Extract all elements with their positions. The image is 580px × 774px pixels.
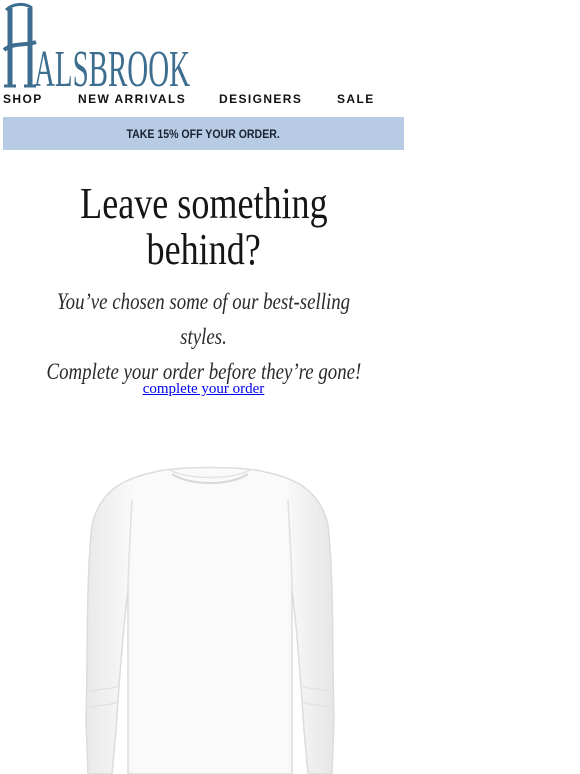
promo-banner[interactable]: TAKE 15% OFF YOUR ORDER. [3,117,404,150]
hero-headline: Leave something behind? [3,181,404,273]
complete-order-link[interactable]: complete your order [3,381,404,398]
logo-wordmark: ALSBROOK [34,41,190,90]
product-image[interactable] [60,430,360,774]
hero-subtext: You’ve chosen some of our best-selling s… [3,284,404,389]
promo-text: TAKE 15% OFF YOUR ORDER. [126,126,281,141]
headline-line-2: behind? [146,225,261,274]
white-long-sleeve-top-image [85,466,335,774]
main-nav: SHOP NEW ARRIVALS DESIGNERS SALE [2,91,402,107]
halsbrook-logo[interactable]: ALSBROOK [2,2,192,90]
headline-line-1: Leave something [79,179,328,228]
halsbrook-logo-mark: ALSBROOK [2,2,190,90]
nav-item-designers[interactable]: DESIGNERS [219,92,302,106]
nav-item-new-arrivals[interactable]: NEW ARRIVALS [78,92,186,106]
nav-item-sale[interactable]: SALE [337,92,375,106]
nav-item-shop[interactable]: SHOP [3,92,43,106]
email-page: ALSBROOK SHOP NEW ARRIVALS DESIGNERS SAL… [0,0,580,774]
subtext-line-1: You’ve chosen some of our best-selling s… [56,289,351,349]
